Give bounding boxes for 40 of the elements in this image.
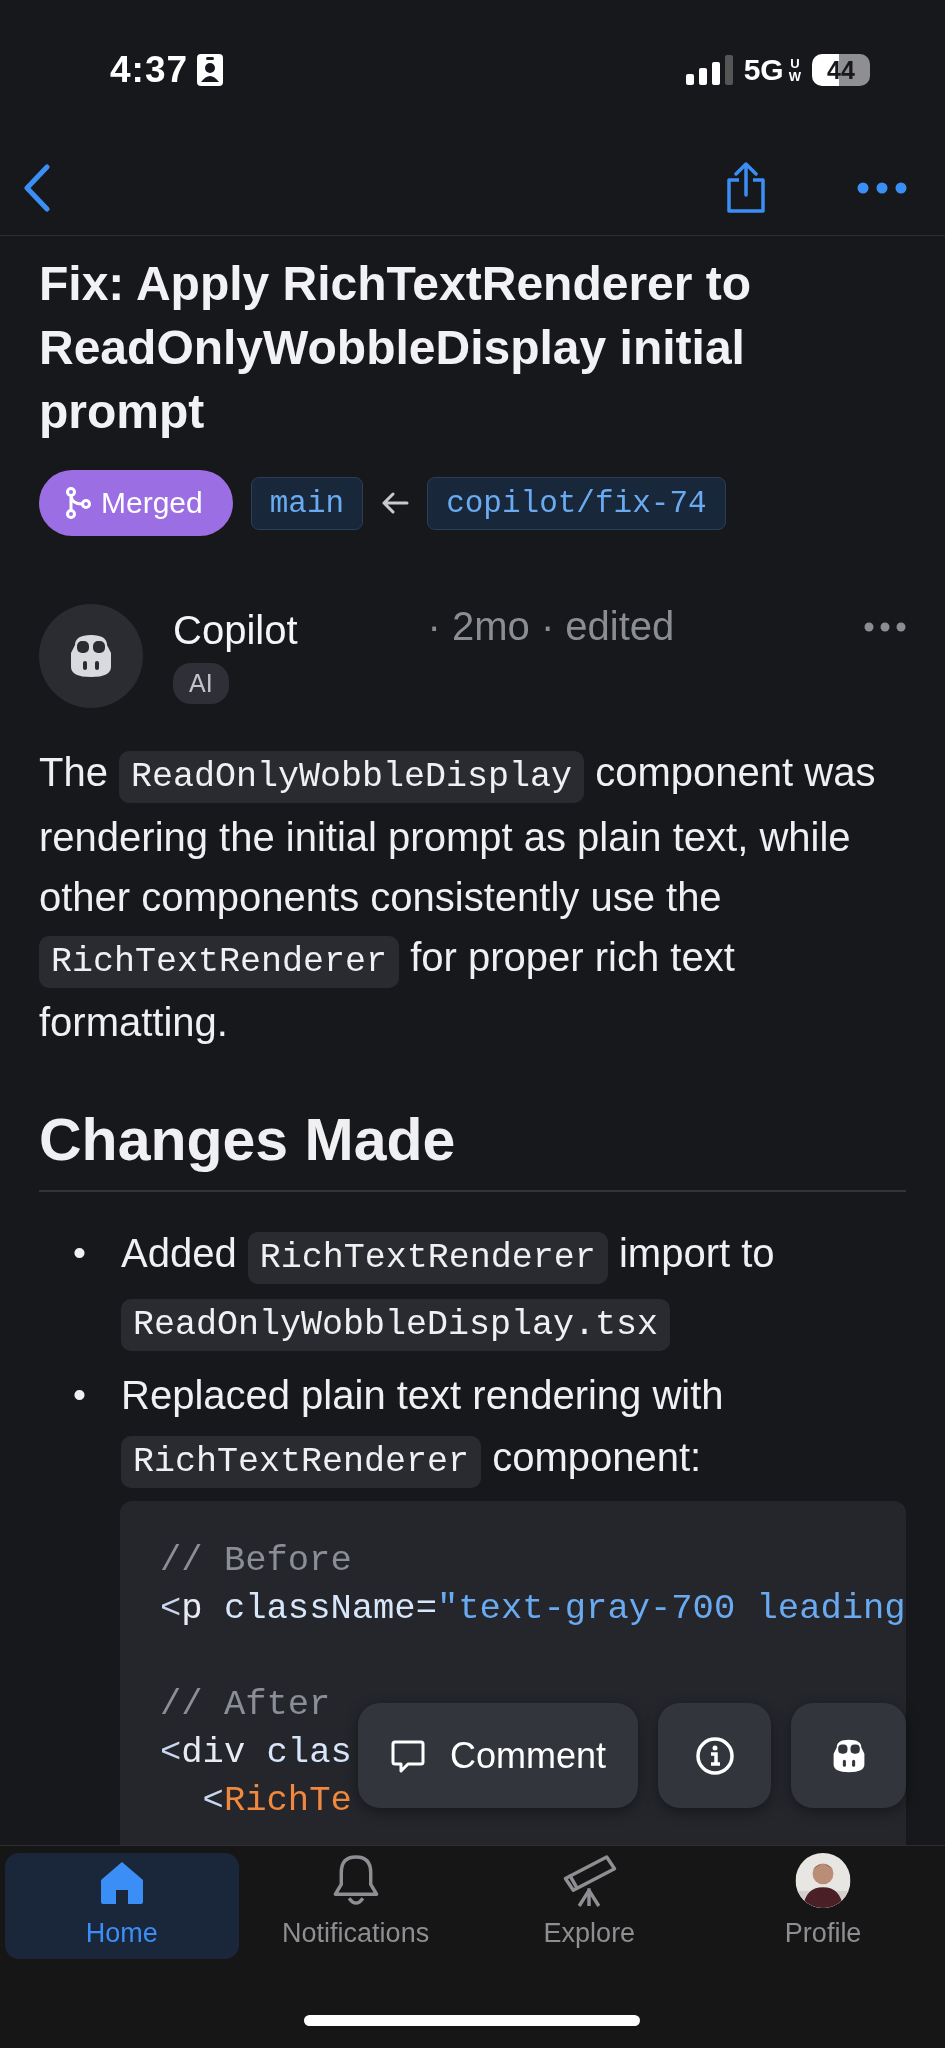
merge-icon bbox=[65, 487, 91, 519]
comment-button[interactable]: Comment bbox=[358, 1703, 638, 1808]
section-heading: Changes Made bbox=[39, 1104, 906, 1192]
bullet: • bbox=[73, 1373, 86, 1417]
arrow-left-icon bbox=[381, 491, 410, 515]
tab[interactable]: Notifications bbox=[238, 1853, 473, 1959]
branch-name[interactable]: copilot/fix-74 bbox=[427, 476, 726, 530]
author-name[interactable]: Copilot bbox=[173, 608, 298, 653]
status-badge[interactable]: Merged bbox=[39, 470, 233, 536]
more-icon[interactable] bbox=[864, 622, 906, 632]
code-line: <div clas bbox=[160, 1731, 352, 1775]
contact-card-icon bbox=[196, 53, 225, 87]
ai-badge: AI bbox=[173, 663, 229, 704]
code-line: // Before bbox=[160, 1539, 352, 1583]
inline-code: RichTextRenderer bbox=[39, 936, 400, 988]
copilot-button[interactable] bbox=[791, 1703, 906, 1808]
code-line: // After bbox=[160, 1683, 331, 1727]
network-type: 5G bbox=[743, 53, 784, 87]
bullet: • bbox=[73, 1231, 86, 1275]
clock-time: 4:37 bbox=[110, 49, 189, 91]
signal-icon bbox=[685, 55, 734, 85]
back-icon[interactable] bbox=[22, 163, 52, 212]
share-icon[interactable] bbox=[725, 161, 767, 214]
branch-name[interactable]: main bbox=[250, 476, 364, 530]
info-button[interactable] bbox=[658, 1703, 771, 1808]
code-line: <p className="text-gray-700 leading bbox=[160, 1587, 906, 1631]
tab[interactable]: Home bbox=[5, 1853, 239, 1959]
inline-code: ReadOnlyWobbleDisplay.tsx bbox=[121, 1299, 671, 1351]
description-text: The ReadOnlyWobbleDisplay component was rendering the initial prompt as plain text, while other components consistently use the RichTextRenderer for proper rich text formatting. bbox=[39, 749, 877, 1046]
comment-meta: · 2mo · edited bbox=[427, 604, 675, 649]
tab[interactable]: Profile bbox=[706, 1853, 940, 1959]
inline-code: RichTextRenderer bbox=[247, 1232, 608, 1284]
tab[interactable]: Explore bbox=[472, 1853, 707, 1959]
code-line: <RichTe bbox=[201, 1779, 352, 1823]
network-label: UW bbox=[787, 57, 802, 83]
pull-request-title: Fix: Apply RichTextRenderer to ReadOnlyWobbleDisplay initial prompt bbox=[39, 256, 753, 440]
more-icon[interactable] bbox=[857, 181, 907, 194]
inline-code: ReadOnlyWobbleDisplay bbox=[119, 751, 585, 803]
info-icon bbox=[694, 1735, 735, 1776]
inline-code: RichTextRenderer bbox=[121, 1436, 482, 1488]
